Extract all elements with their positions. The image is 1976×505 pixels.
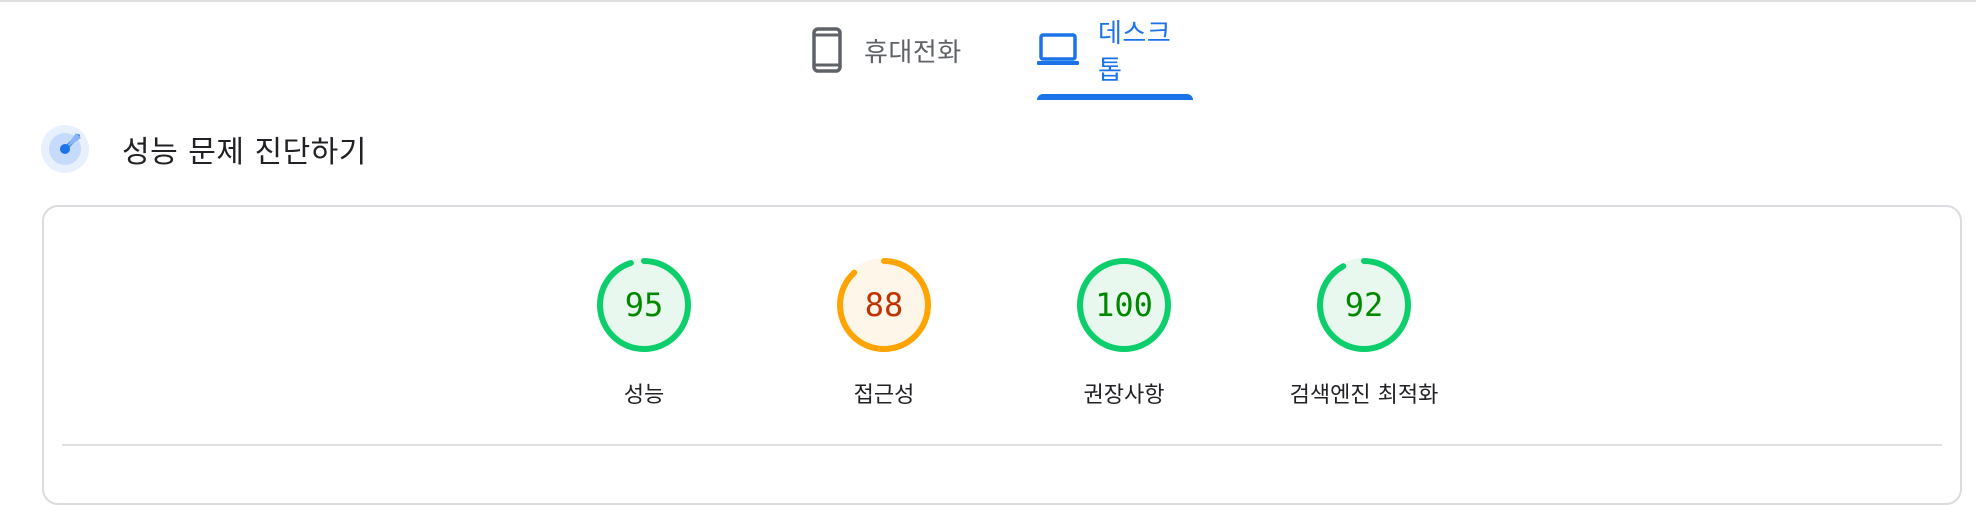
score-card: 95 성능 88 접근성 100 권장사항 92 검색엔진 최적화 (42, 205, 1962, 505)
card-divider (62, 444, 1942, 446)
gauge-label: 성능 (623, 383, 665, 408)
gauge-score: 95 (624, 286, 664, 324)
gauge-best-practices[interactable]: 100 권장사항 (994, 255, 1254, 409)
gauge-label: 권장사항 (1083, 383, 1165, 408)
gauge-score: 88 (864, 286, 904, 324)
gauge-score: 92 (1344, 286, 1384, 324)
gauge-ring: 92 (1314, 255, 1414, 355)
section-header: 성능 문제 진단하기 (40, 124, 367, 174)
gauge-ring: 100 (1074, 255, 1174, 355)
diagnose-icon (40, 124, 90, 174)
gauge-seo[interactable]: 92 검색엔진 최적화 (1234, 255, 1494, 409)
gauge-accessibility[interactable]: 88 접근성 (754, 255, 1014, 409)
gauge-ring: 95 (594, 255, 694, 355)
gauge-ring: 88 (834, 255, 934, 355)
gauge-score: 100 (1095, 286, 1153, 324)
gauge-label: 접근성 (853, 383, 915, 408)
section-title: 성능 문제 진단하기 (122, 135, 367, 170)
smartphone-icon (812, 27, 842, 73)
tab-mobile[interactable]: 휴대전화 (812, 2, 982, 98)
gauge-label: 검색엔진 최적화 (1289, 383, 1439, 408)
tab-mobile-label: 휴대전화 (864, 37, 962, 68)
tab-desktop[interactable]: 데스크톱 (1036, 2, 1194, 98)
gauge-performance[interactable]: 95 성능 (514, 255, 774, 409)
laptop-icon (1036, 33, 1080, 67)
tab-desktop-label: 데스크톱 (1098, 19, 1172, 86)
device-tabs: 휴대전화 데스크톱 (0, 2, 1976, 100)
active-tab-indicator (1037, 94, 1193, 100)
